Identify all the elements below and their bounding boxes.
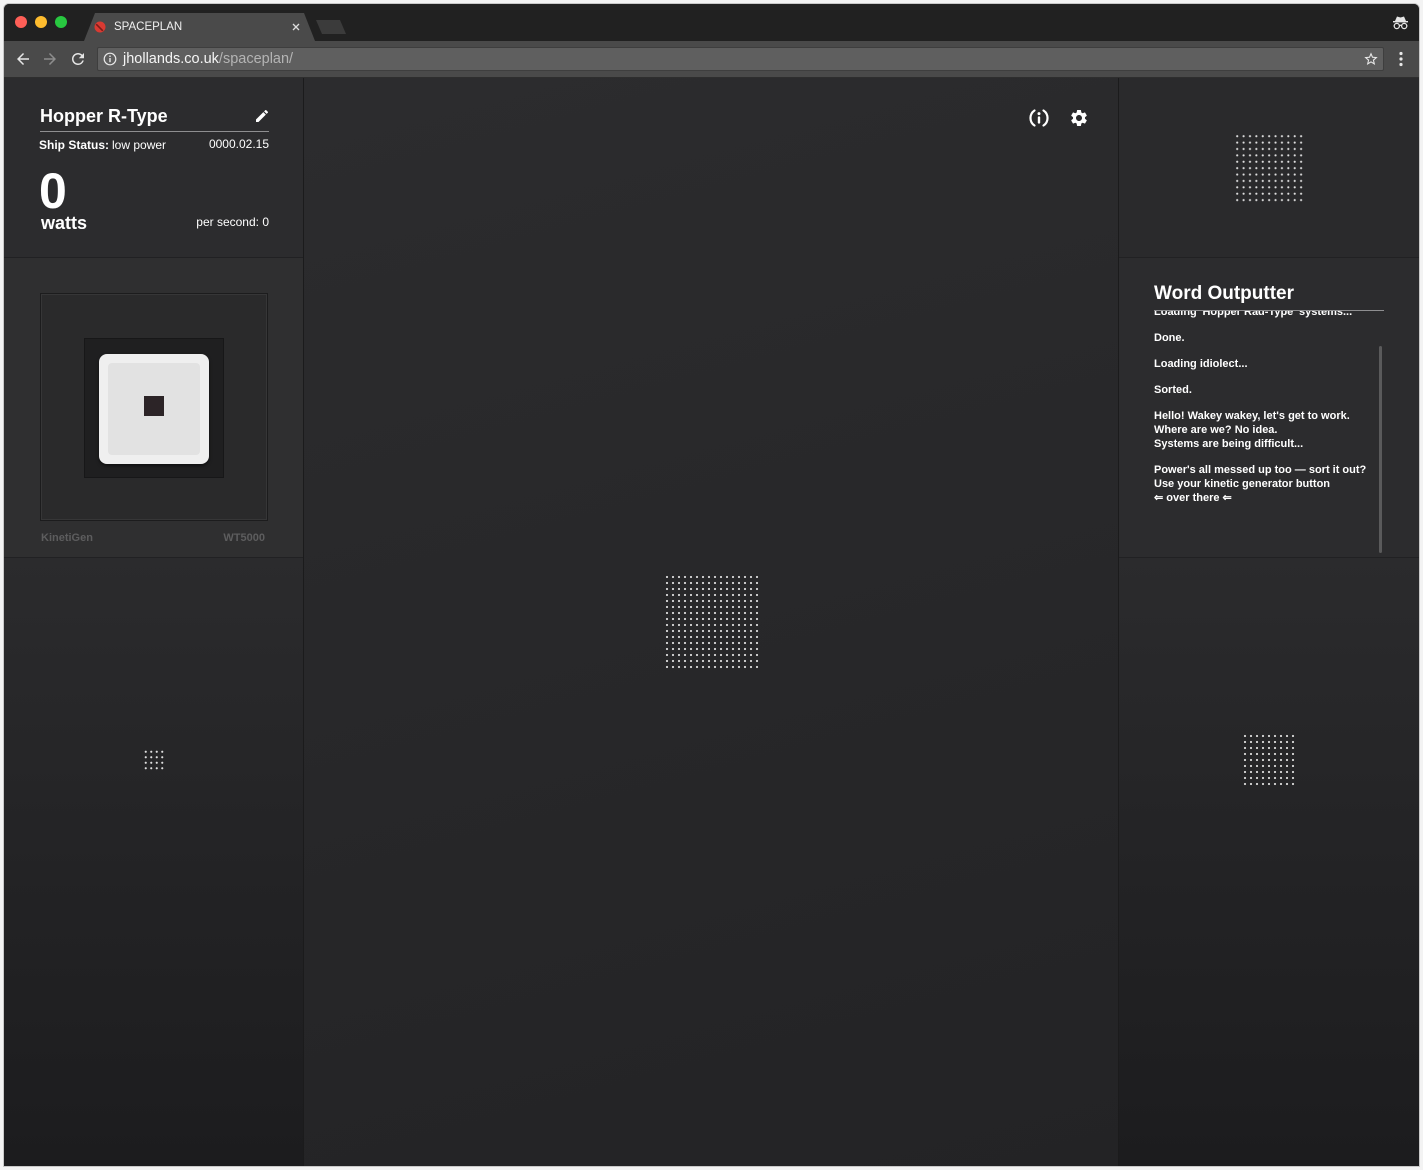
tab-strip: SPACEPLAN (4, 4, 1419, 41)
kebab-menu-icon[interactable] (1397, 50, 1405, 68)
dot-grid-decoration (1242, 733, 1296, 787)
window-zoom-button[interactable] (55, 16, 67, 28)
message-item: Loading idiolect... (1154, 357, 1379, 371)
message-item: Power's all messed up too — sort it out?… (1154, 463, 1379, 505)
message-line: ⇐ over there ⇐ (1154, 492, 1232, 504)
message-line: Where are we? No idea. (1154, 424, 1278, 436)
kinetigen-well (84, 338, 224, 478)
window-close-button[interactable] (15, 16, 27, 28)
message-list: Loading 'Hopper Rad-Type' systems... Don… (1154, 311, 1379, 505)
message-line: Power's all messed up too — sort it out? (1154, 464, 1367, 476)
url-text[interactable]: jhollands.co.uk/spaceplan/ (123, 50, 293, 68)
right-column: Word Outputter Loading 'Hopper Rad-Type'… (1119, 78, 1419, 1166)
message-log[interactable]: Loading 'Hopper Rad-Type' systems... Don… (1154, 311, 1379, 554)
ship-status: Ship Status: low power (39, 138, 166, 152)
message-item: Done. (1154, 331, 1379, 345)
message-line: Use your kinetic generator button (1154, 478, 1331, 490)
message-line: Hello! Wakey wakey, let's get to work. (1154, 410, 1350, 422)
url-host: jhollands.co.uk (123, 51, 219, 67)
message-item: Sorted. (1154, 383, 1379, 397)
left-column: Hopper R-Type Ship Status: low power 0000… (4, 78, 304, 1166)
empty-slot-panel-right-bottom (1119, 558, 1419, 1166)
dot-grid-decoration (664, 574, 760, 670)
word-outputter-title: Word Outputter (1154, 283, 1295, 304)
star-icon[interactable] (1363, 51, 1379, 67)
pencil-icon[interactable] (254, 108, 270, 124)
address-bar[interactable]: jhollands.co.uk/spaceplan/ (97, 47, 1384, 71)
dot-grid-decoration (1234, 133, 1304, 203)
close-icon[interactable] (292, 23, 300, 31)
ship-status-panel: Hopper R-Type Ship Status: low power 0000… (4, 78, 303, 258)
browser-toolbar: jhollands.co.uk/spaceplan/ (4, 41, 1419, 78)
message-line: Systems are being difficult... (1154, 438, 1304, 450)
generator-name: KinetiGen (41, 532, 93, 544)
power-per-second: per second: 0 (196, 215, 269, 229)
window-minimize-button[interactable] (35, 16, 47, 28)
game-viewport: Hopper R-Type Ship Status: low power 0000… (4, 78, 1419, 1166)
url-path: /spaceplan/ (218, 51, 294, 67)
ship-status-label: Ship Status: (39, 138, 110, 152)
incognito-icon (1392, 15, 1409, 30)
message-item: Loading 'Hopper Rad-Type' systems... (1154, 311, 1379, 319)
message-line: Sorted. (1154, 384, 1192, 396)
browser-window: SPACEPLAN jhollands.co.uk/spaceplan/ Hop… (4, 4, 1419, 1166)
kinetigen-housing (40, 293, 268, 521)
forward-arrow-icon[interactable] (41, 50, 59, 68)
favicon-icon (94, 21, 106, 33)
message-line: Loading 'Hopper Rad-Type' systems... (1154, 311, 1353, 318)
empty-slot-panel-left (4, 558, 303, 1166)
back-arrow-icon[interactable] (14, 50, 32, 68)
empty-slot-panel-right-top (1119, 78, 1419, 258)
power-unit: watts (41, 213, 88, 233)
message-line: Loading idiolect... (1154, 358, 1248, 370)
power-value: 0 (39, 163, 67, 219)
tab-title: SPACEPLAN (114, 21, 183, 33)
game-date: 0000.02.15 (208, 137, 269, 151)
tab-spaceplan[interactable]: SPACEPLAN (84, 13, 315, 41)
ship-name-divider (40, 131, 269, 132)
dot-grid-decoration (143, 749, 165, 771)
new-tab-button[interactable] (316, 20, 346, 34)
ship-status-value: low power (112, 138, 167, 152)
main-space-view (304, 78, 1119, 1166)
info-icon[interactable] (1029, 108, 1049, 128)
word-outputter-panel: Word Outputter Loading 'Hopper Rad-Type'… (1119, 258, 1419, 558)
generator-model: WT5000 (223, 532, 265, 544)
kinetigen-panel: KinetiGen WT5000 (4, 258, 303, 558)
reload-icon[interactable] (69, 50, 87, 68)
message-log-scrollbar[interactable] (1379, 346, 1382, 553)
kinetic-generator-button[interactable] (99, 354, 209, 464)
kinetic-generator-button-core (144, 396, 164, 416)
site-info-icon[interactable] (103, 52, 117, 66)
message-item: Hello! Wakey wakey, let's get to work. W… (1154, 409, 1379, 451)
ship-name: Hopper R-Type (40, 106, 168, 126)
gear-icon[interactable] (1069, 108, 1089, 128)
message-line: Done. (1154, 332, 1185, 344)
